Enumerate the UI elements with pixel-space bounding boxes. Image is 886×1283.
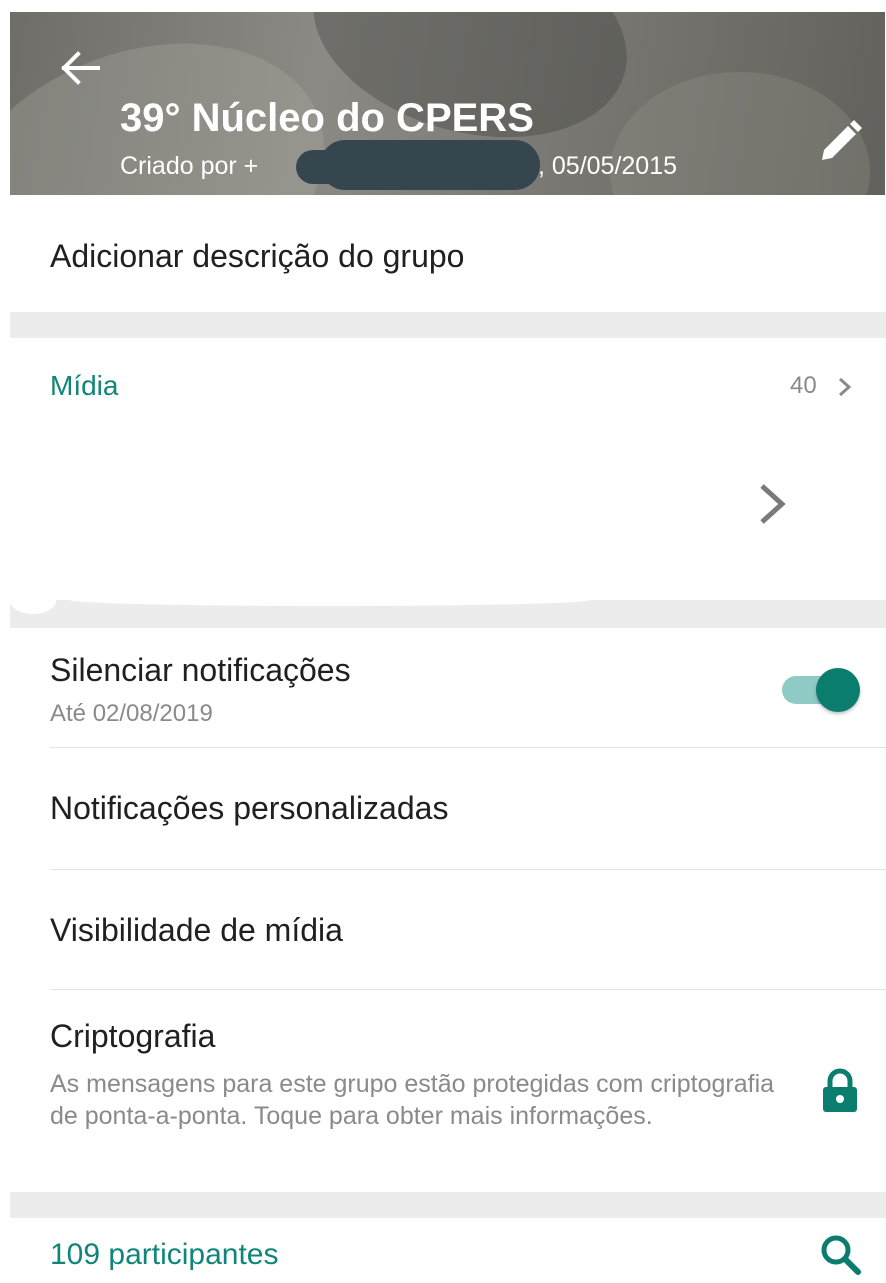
- participants-count: 109 participantes: [50, 1238, 279, 1271]
- created-by-label: Criado por +: [120, 152, 259, 180]
- divider: [50, 869, 886, 870]
- add-group-description[interactable]: Adicionar descrição do grupo: [50, 238, 464, 275]
- arrow-left-icon: [61, 51, 100, 85]
- created-date: , 05/05/2015: [538, 152, 678, 180]
- chevron-right-icon[interactable]: [836, 376, 854, 398]
- section-separator: [10, 1192, 886, 1218]
- custom-notifications-item[interactable]: Notificações personalizadas: [50, 790, 448, 827]
- media-edge-blob: [70, 594, 590, 606]
- divider: [50, 989, 886, 990]
- edit-name-button[interactable]: [816, 118, 864, 166]
- divider: [50, 747, 886, 748]
- media-more-chevron-icon[interactable]: [752, 480, 792, 528]
- mute-notifications-title[interactable]: Silenciar notificações: [50, 652, 351, 689]
- media-section-title[interactable]: Mídia: [50, 370, 118, 402]
- back-button[interactable]: [58, 48, 102, 88]
- media-edge-blob: [10, 588, 56, 614]
- encryption-description[interactable]: As mensagens para este grupo estão prote…: [50, 1068, 790, 1132]
- redaction-mark: [320, 140, 540, 190]
- mute-toggle[interactable]: [780, 668, 864, 712]
- group-title: 39° Núcleo do CPERS: [120, 96, 534, 140]
- mute-until-label: Até 02/08/2019: [50, 700, 213, 727]
- search-icon: [821, 1235, 861, 1275]
- search-participants-button[interactable]: [818, 1232, 862, 1276]
- encryption-title[interactable]: Criptografia: [50, 1018, 215, 1055]
- pencil-icon: [822, 120, 862, 160]
- media-count[interactable]: 40: [790, 372, 817, 400]
- section-separator: [10, 312, 886, 338]
- media-visibility-item[interactable]: Visibilidade de mídia: [50, 912, 343, 949]
- toggle-knob: [816, 668, 860, 712]
- lock-icon: [820, 1068, 860, 1114]
